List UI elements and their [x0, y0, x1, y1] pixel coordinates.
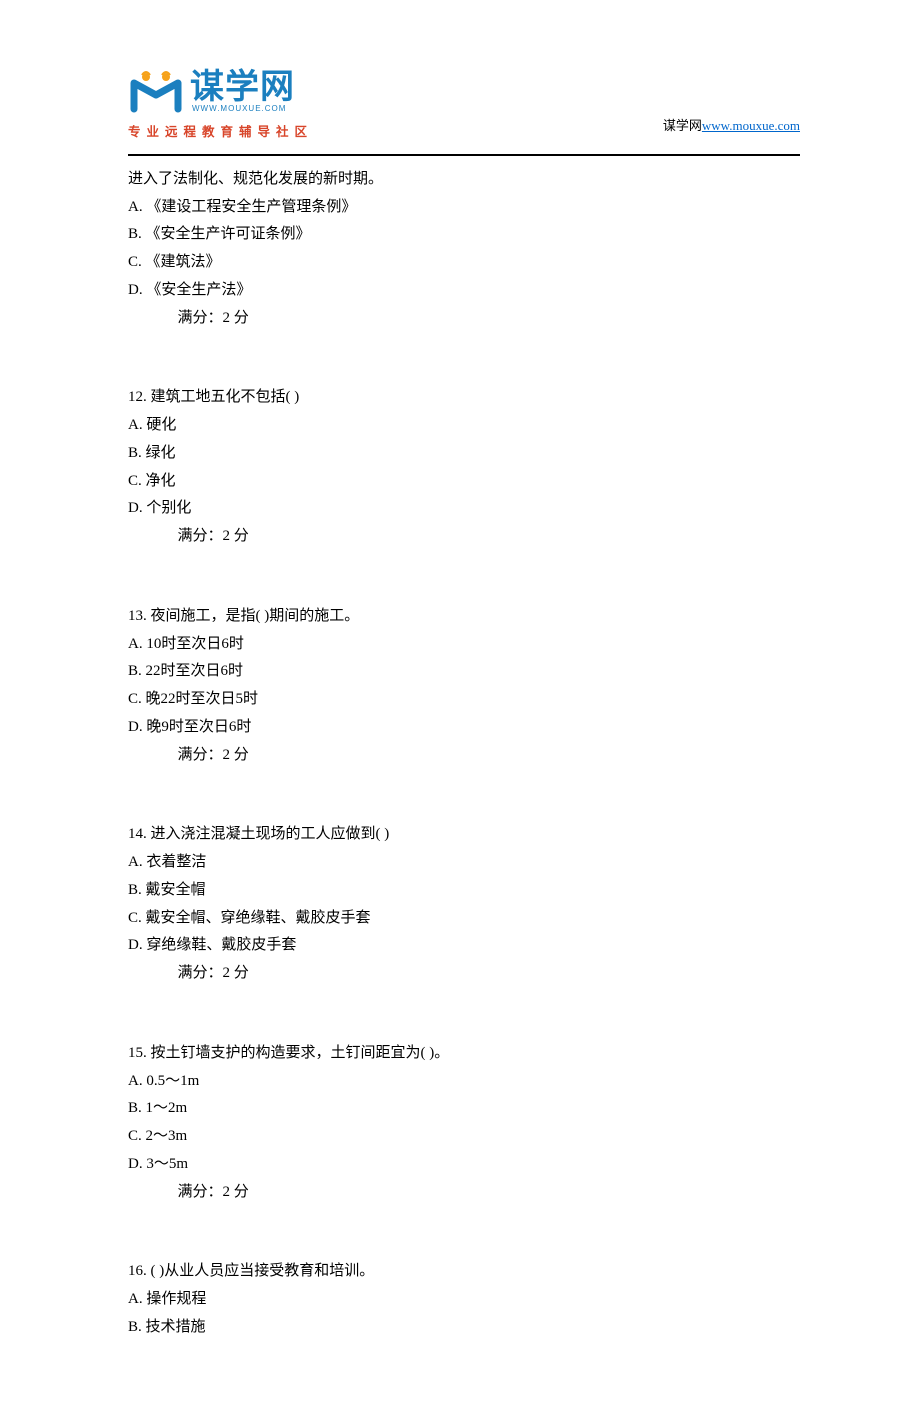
question-option: B. 22时至次日6时	[128, 658, 800, 686]
question-11-continued: 进入了法制化、规范化发展的新时期。 A. 《建设工程安全生产管理条例》 B. 《…	[128, 166, 800, 333]
question-15: 15. 按土钉墙支护的构造要求，土钉间距宜为( )。 A. 0.5～1m B. …	[128, 1040, 800, 1207]
question-option: D. 穿绝缘鞋、戴胶皮手套	[128, 932, 800, 960]
question-option: D. 个别化	[128, 495, 800, 523]
header-divider	[128, 154, 800, 156]
question-stem: 15. 按土钉墙支护的构造要求，土钉间距宜为( )。	[128, 1040, 800, 1068]
header-right: 谋学网www.mouxue.com	[663, 114, 800, 144]
question-score: 满分：2 分	[128, 1179, 800, 1207]
question-score: 满分：2 分	[128, 742, 800, 770]
question-option: B. 技术措施	[128, 1314, 800, 1342]
header-site-link[interactable]: www.mouxue.com	[702, 118, 800, 133]
question-16: 16. ( )从业人员应当接受教育和培训。 A. 操作规程 B. 技术措施	[128, 1258, 800, 1341]
question-option: D. 晚9时至次日6时	[128, 714, 800, 742]
brand-name: 谋学网	[190, 70, 295, 104]
question-score: 满分：2 分	[128, 960, 800, 988]
question-option: A. 0.5～1m	[128, 1068, 800, 1096]
question-option: B. 1～2m	[128, 1095, 800, 1123]
header-site-label: 谋学网	[663, 118, 702, 133]
question-option: D. 3～5m	[128, 1151, 800, 1179]
question-14: 14. 进入浇注混凝土现场的工人应做到( ) A. 衣着整洁 B. 戴安全帽 C…	[128, 821, 800, 988]
question-option: C. 2～3m	[128, 1123, 800, 1151]
logo-row: 谋学网 WWW.MOUXUE.COM	[128, 70, 313, 117]
question-stem: 进入了法制化、规范化发展的新时期。	[128, 166, 800, 194]
logo-icon	[128, 71, 184, 115]
question-option: C. 戴安全帽、穿绝缘鞋、戴胶皮手套	[128, 905, 800, 933]
question-option: C. 晚22时至次日5时	[128, 686, 800, 714]
question-option: A. 衣着整洁	[128, 849, 800, 877]
question-option: B. 绿化	[128, 440, 800, 468]
question-option: B. 戴安全帽	[128, 877, 800, 905]
question-option: C. 净化	[128, 468, 800, 496]
page-header: 谋学网 WWW.MOUXUE.COM 专业远程教育辅导社区 谋学网www.mou…	[128, 70, 800, 144]
question-option: C. 《建筑法》	[128, 249, 800, 277]
document-page: 谋学网 WWW.MOUXUE.COM 专业远程教育辅导社区 谋学网www.mou…	[0, 0, 920, 1402]
question-stem: 14. 进入浇注混凝土现场的工人应做到( )	[128, 821, 800, 849]
brand-url-small: WWW.MOUXUE.COM	[192, 102, 295, 117]
question-stem: 16. ( )从业人员应当接受教育和培训。	[128, 1258, 800, 1286]
question-stem: 12. 建筑工地五化不包括( )	[128, 384, 800, 412]
question-option: B. 《安全生产许可证条例》	[128, 221, 800, 249]
question-13: 13. 夜间施工，是指( )期间的施工。 A. 10时至次日6时 B. 22时至…	[128, 603, 800, 770]
question-score: 满分：2 分	[128, 305, 800, 333]
question-12: 12. 建筑工地五化不包括( ) A. 硬化 B. 绿化 C. 净化 D. 个别…	[128, 384, 800, 551]
site-logo: 谋学网 WWW.MOUXUE.COM 专业远程教育辅导社区	[128, 70, 313, 144]
question-option: A. 10时至次日6时	[128, 631, 800, 659]
question-option: A. 《建设工程安全生产管理条例》	[128, 194, 800, 222]
question-stem: 13. 夜间施工，是指( )期间的施工。	[128, 603, 800, 631]
question-option: D. 《安全生产法》	[128, 277, 800, 305]
logo-text-block: 谋学网 WWW.MOUXUE.COM	[190, 70, 295, 117]
question-score: 满分：2 分	[128, 523, 800, 551]
brand-tagline: 专业远程教育辅导社区	[128, 121, 313, 144]
document-body: 进入了法制化、规范化发展的新时期。 A. 《建设工程安全生产管理条例》 B. 《…	[128, 166, 800, 1342]
question-option: A. 硬化	[128, 412, 800, 440]
question-option: A. 操作规程	[128, 1286, 800, 1314]
